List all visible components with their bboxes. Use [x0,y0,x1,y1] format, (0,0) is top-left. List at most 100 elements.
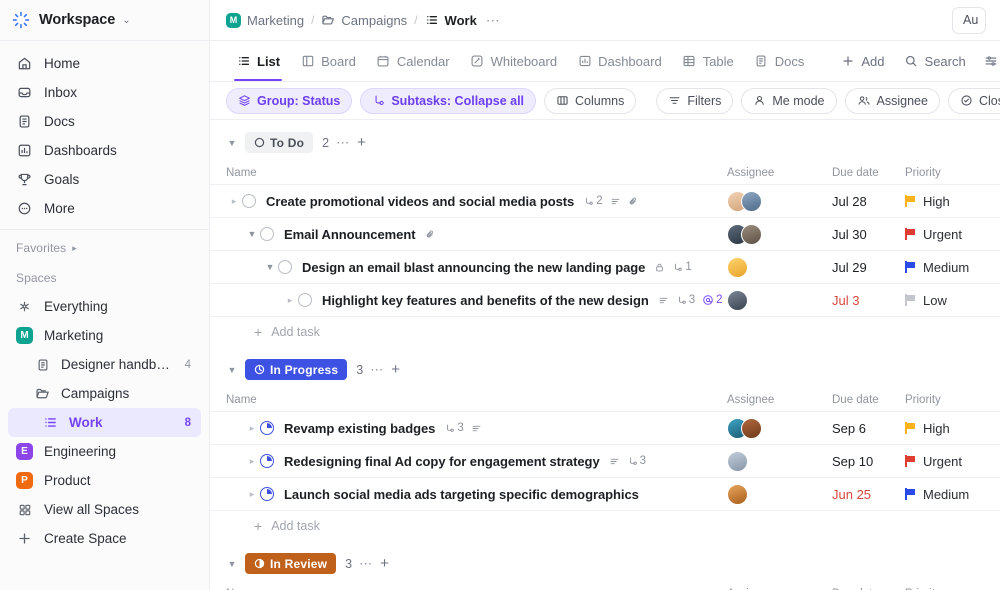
expand-twirl-icon[interactable]: ▸ [244,456,260,467]
priority-cell[interactable]: Medium [905,260,1000,275]
task-status-icon[interactable] [298,293,312,307]
assignee-cell[interactable] [727,483,832,505]
task-status-icon[interactable] [242,194,256,208]
chip-filters[interactable]: Filters [656,87,734,114]
task-name-cell[interactable]: ▼ Design an email blast announcing the n… [210,260,727,275]
chip-group-status[interactable]: Group: Status [226,87,353,114]
sidebar-item-marketing[interactable]: M Marketing [8,321,201,350]
chevron-down-icon[interactable]: ▼ [226,559,238,569]
sidebar-item-home[interactable]: Home [8,49,201,78]
tab-list[interactable]: List [226,41,290,81]
due-date-cell[interactable]: Jul 28 [832,194,905,209]
table-row[interactable]: ▸ Highlight key features and benefits of… [210,284,1000,317]
sidebar-item-more[interactable]: More [8,194,201,223]
assignee-cell[interactable] [727,256,832,278]
tab-add-view[interactable]: Add [830,41,894,81]
group-add-icon[interactable]: + [391,362,400,377]
collapse-twirl-icon[interactable]: ▼ [262,262,278,272]
group-more-icon[interactable]: ⋯ [370,362,384,378]
priority-cell[interactable]: High [905,194,1000,209]
status-badge[interactable]: In Progress [245,359,348,380]
task-status-icon[interactable] [260,454,274,468]
priority-cell[interactable]: High [905,421,1000,436]
sidebar-item-campaigns[interactable]: Campaigns [8,379,201,408]
task-name-cell[interactable]: ▼ Email Announcement [210,227,727,242]
due-date-cell[interactable]: Sep 6 [832,421,905,436]
chevron-down-icon[interactable]: ▼ [226,138,238,148]
chip-assignee[interactable]: Assignee [844,87,940,114]
due-date-cell[interactable]: Sep 10 [832,454,905,469]
table-row[interactable]: ▸ Revamp existing badges 3 Sep 6 High [210,412,1000,445]
task-name-cell[interactable]: ▸ Revamp existing badges 3 [210,421,727,436]
assignee-cell[interactable] [727,190,832,212]
group-header-to-do[interactable]: ▼ To Do 2 ⋯ + [210,120,1000,161]
expand-twirl-icon[interactable]: ▸ [244,423,260,434]
group-add-icon[interactable]: + [357,135,366,150]
chip-me-mode[interactable]: Me mode [741,87,837,114]
table-row[interactable]: ▼ Email Announcement Jul 30 Urgent [210,218,1000,251]
sidebar-item-inbox[interactable]: Inbox [8,78,201,107]
assignee-cell[interactable] [727,223,832,245]
sidebar-item-view-all-spaces[interactable]: View all Spaces [8,495,201,524]
tab-whiteboard[interactable]: Whiteboard [460,41,567,81]
due-date-cell[interactable]: Jul 30 [832,227,905,242]
chevron-down-icon[interactable]: ⌄ [122,15,130,26]
tab-dashboard[interactable]: Dashboard [567,41,672,81]
table-row[interactable]: ▸ Redesigning final Ad copy for engageme… [210,445,1000,478]
expand-twirl-icon[interactable]: ▸ [226,196,242,207]
due-date-cell[interactable]: Jul 29 [832,260,905,275]
expand-twirl-icon[interactable]: ▸ [282,295,298,306]
assignee-cell[interactable] [727,289,832,311]
task-status-icon[interactable] [260,421,274,435]
workspace-header[interactable]: Workspace ⌄ [0,0,209,41]
sidebar-item-engineering[interactable]: E Engineering [8,437,201,466]
tab-docs[interactable]: Docs [744,41,815,81]
tab-table[interactable]: Table [672,41,744,81]
due-date-cell[interactable]: Jul 3 [832,293,905,308]
expand-twirl-icon[interactable]: ▸ [244,489,260,500]
breadcrumb-item-campaigns[interactable]: Campaigns [321,13,407,28]
task-name-cell[interactable]: ▸ Create promotional videos and social m… [210,194,727,209]
breadcrumb-item-marketing[interactable]: M Marketing [226,12,304,28]
task-status-icon[interactable] [278,260,292,274]
group-header-in-progress[interactable]: ▼ In Progress 3 ⋯ + [210,347,1000,388]
priority-cell[interactable]: Urgent [905,227,1000,242]
sidebar-item-docs[interactable]: Docs [8,107,201,136]
automate-button[interactable]: Au [952,6,986,34]
add-task-button[interactable]: + Add task [210,317,1000,347]
status-badge[interactable]: In Review [245,553,337,574]
collapse-twirl-icon[interactable]: ▼ [244,229,260,239]
table-row[interactable]: ▸ Launch social media ads targeting spec… [210,478,1000,511]
sidebar-item-work[interactable]: Work 8 [8,408,201,437]
group-header-in-review[interactable]: ▼ In Review 3 ⋯ + [210,541,1000,582]
task-name-cell[interactable]: ▸ Redesigning final Ad copy for engageme… [210,454,727,469]
sidebar-item-goals[interactable]: Goals [8,165,201,194]
table-row[interactable]: ▸ Create promotional videos and social m… [210,185,1000,218]
sidebar-item-product[interactable]: P Product [8,466,201,495]
search-button[interactable]: Search [895,47,975,75]
assignee-cell[interactable] [727,417,832,439]
due-date-cell[interactable]: Jun 25 [832,487,905,502]
hide-button[interactable]: Hide [975,47,1000,75]
group-add-icon[interactable]: + [380,556,389,571]
group-more-icon[interactable]: ⋯ [359,556,373,572]
task-name-cell[interactable]: ▸ Highlight key features and benefits of… [210,293,727,308]
status-badge[interactable]: To Do [245,132,314,153]
sidebar-item-everything[interactable]: Everything [8,292,201,321]
breadcrumb-item-work[interactable]: Work [425,13,477,28]
sidebar-item-dashboards[interactable]: Dashboards [8,136,201,165]
favorites-section-header[interactable]: Favorites ▸ [0,230,209,260]
task-status-icon[interactable] [260,227,274,241]
priority-cell[interactable]: Low [905,293,1000,308]
assignee-cell[interactable] [727,450,832,472]
tab-calendar[interactable]: Calendar [366,41,460,81]
table-row[interactable]: ▼ Design an email blast announcing the n… [210,251,1000,284]
breadcrumb-more-icon[interactable]: ⋯ [484,12,501,29]
add-task-button[interactable]: + Add task [210,511,1000,541]
tab-board[interactable]: Board [290,41,366,81]
chip-columns[interactable]: Columns [544,87,637,114]
chip-subtasks[interactable]: Subtasks: Collapse all [360,87,537,114]
task-name-cell[interactable]: ▸ Launch social media ads targeting spec… [210,487,727,502]
sidebar-item-create-space[interactable]: Create Space [8,524,201,553]
chevron-down-icon[interactable]: ▼ [226,365,238,375]
